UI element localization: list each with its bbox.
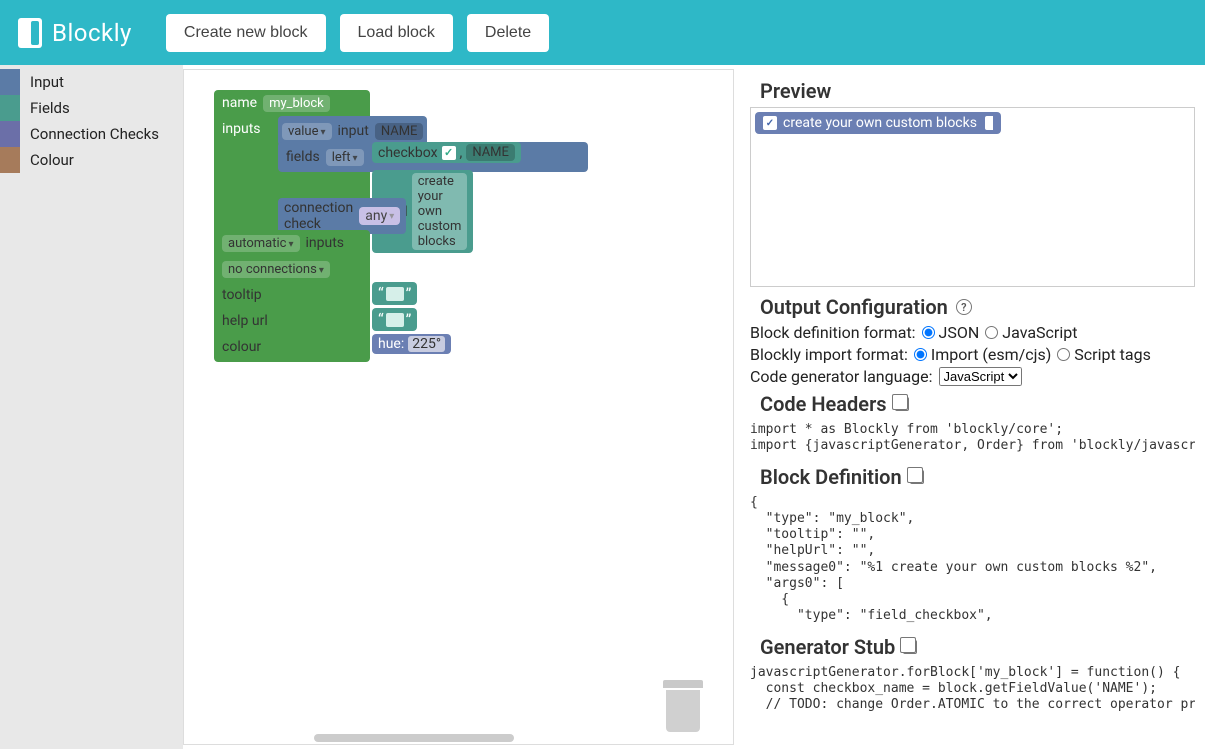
logo-text: Blockly (52, 19, 132, 47)
code-headers-title: Code Headers (760, 392, 1195, 416)
helpurl-text-block[interactable]: “ ” (372, 308, 417, 331)
category-color-tab (0, 69, 20, 95)
import-script-radio[interactable]: Script tags (1057, 345, 1151, 364)
generator-stub-code[interactable]: javascriptGenerator.forBlock['my_block']… (750, 665, 1195, 714)
inputs-suffix: inputs (306, 235, 345, 251)
block-definition-title: Block Definition (760, 465, 1195, 489)
inputs-label: inputs (222, 121, 261, 137)
right-panel: Preview ✓ create your own custom blocks … (740, 65, 1205, 749)
preview-block[interactable]: ✓ create your own custom blocks (755, 112, 1001, 134)
quote-close-icon: ” (406, 310, 412, 329)
category-fields[interactable]: Fields (0, 95, 183, 121)
def-format-js-radio[interactable]: JavaScript (985, 323, 1077, 342)
conn-type-dropdown[interactable]: any▾ (359, 207, 400, 225)
horizontal-scrollbar[interactable] (314, 734, 514, 742)
automatic-inputs-row[interactable]: automatic▾ inputs (214, 230, 370, 256)
preview-title: Preview (760, 79, 1195, 103)
import-esm-radio[interactable]: Import (esm/cjs) (914, 345, 1051, 364)
colour-label: colour (222, 339, 261, 355)
block-definition-code[interactable]: { "type": "my_block", "tooltip": "", "he… (750, 495, 1195, 625)
category-connection-checks[interactable]: Connection Checks (0, 121, 183, 147)
category-label: Connection Checks (30, 125, 159, 143)
delete-button[interactable]: Delete (467, 14, 549, 52)
category-label: Input (30, 73, 64, 91)
block-name-field[interactable]: my_block (263, 95, 330, 112)
logo-icon (18, 18, 42, 48)
connections-dropdown[interactable]: no connections▾ (222, 261, 330, 278)
copy-icon[interactable] (910, 470, 924, 484)
category-sidebar: Input Fields Connection Checks Colour (0, 65, 183, 749)
category-color-tab (0, 147, 20, 173)
name-label: name (222, 95, 257, 111)
gen-lang-label: Code generator language: (750, 367, 933, 386)
input-notch-icon (985, 116, 993, 130)
value-dropdown[interactable]: value▾ (282, 123, 332, 140)
def-format-json-radio[interactable]: JSON (922, 323, 980, 342)
copy-icon[interactable] (903, 640, 917, 654)
chevron-down-icon: ▾ (389, 211, 394, 222)
helpurl-label: help url (222, 313, 268, 329)
code-headers-block[interactable]: import * as Blockly from 'blockly/core';… (750, 422, 1195, 455)
category-color-tab (0, 95, 20, 121)
checkbox-field-block[interactable]: checkbox ✓ , NAME (372, 142, 521, 163)
checkbox-keyword: checkbox (378, 145, 438, 161)
hue-label: hue: (378, 336, 404, 352)
chevron-down-icon: ▾ (319, 265, 324, 276)
input-name-field[interactable]: NAME (375, 123, 424, 140)
input-keyword: input (338, 123, 369, 139)
preview-box: ✓ create your own custom blocks (750, 107, 1195, 287)
def-format-row: Block definition format: JSON JavaScript (750, 323, 1195, 342)
generator-stub-title: Generator Stub (760, 635, 1195, 659)
hue-block[interactable]: hue: 225° (372, 334, 451, 354)
def-format-label: Block definition format: (750, 323, 916, 342)
block-workspace[interactable]: name my_block inputs value▾ input NAME f… (183, 69, 734, 745)
gen-lang-row: Code generator language: JavaScript (750, 367, 1195, 386)
no-connections-row[interactable]: no connections▾ (214, 256, 370, 282)
quote-open-icon: “ (378, 284, 384, 303)
load-block-button[interactable]: Load block (340, 14, 453, 52)
import-format-label: Blockly import format: (750, 345, 908, 364)
conn-label: connection check (284, 200, 353, 232)
checkbox-name-field[interactable]: NAME (466, 144, 515, 161)
connection-check-row[interactable]: connection check any▾ (278, 198, 406, 234)
label-text-field[interactable]: create your own custom blocks (412, 173, 468, 250)
block-canvas: name my_block inputs value▾ input NAME f… (214, 90, 370, 362)
copy-icon[interactable] (895, 397, 909, 411)
import-format-row: Blockly import format: Import (esm/cjs) … (750, 345, 1195, 364)
app-header: Blockly Create new block Load block Dele… (0, 0, 1205, 65)
chevron-down-icon: ▾ (321, 127, 326, 138)
fields-label: fields (286, 149, 320, 165)
trash-icon[interactable] (663, 680, 703, 734)
create-block-button[interactable]: Create new block (166, 14, 326, 52)
category-label: Fields (30, 99, 70, 117)
align-dropdown[interactable]: left▾ (326, 149, 364, 166)
tooltip-text-block[interactable]: “ ” (372, 282, 417, 305)
chevron-down-icon: ▾ (288, 239, 293, 250)
category-input[interactable]: Input (0, 69, 183, 95)
checkbox-icon[interactable]: ✓ (442, 146, 456, 160)
checkbox-icon[interactable]: ✓ (763, 116, 777, 130)
colour-row: colour (214, 334, 370, 360)
main-area: Input Fields Connection Checks Colour na… (0, 65, 1205, 749)
name-row: name my_block (214, 90, 370, 116)
logo: Blockly (18, 18, 132, 48)
help-icon[interactable]: ? (956, 299, 972, 315)
category-color-tab (0, 121, 20, 147)
preview-block-text: create your own custom blocks (783, 115, 977, 131)
hue-value-field[interactable]: 225° (408, 336, 445, 352)
tooltip-text-field[interactable] (386, 287, 404, 301)
output-config-title: Output Configuration ? (760, 295, 1195, 319)
tooltip-label: tooltip (222, 287, 262, 303)
comma: , (460, 145, 463, 161)
quote-open-icon: “ (378, 310, 384, 329)
gen-lang-select[interactable]: JavaScript (939, 367, 1022, 386)
helpurl-row: help url (214, 308, 370, 334)
tooltip-row: tooltip (214, 282, 370, 308)
automatic-dropdown[interactable]: automatic▾ (222, 235, 300, 252)
helpurl-text-field[interactable] (386, 313, 404, 327)
category-label: Colour (30, 151, 74, 169)
category-colour[interactable]: Colour (0, 147, 183, 173)
quote-close-icon: ” (406, 284, 412, 303)
chevron-down-icon: ▾ (353, 153, 358, 164)
